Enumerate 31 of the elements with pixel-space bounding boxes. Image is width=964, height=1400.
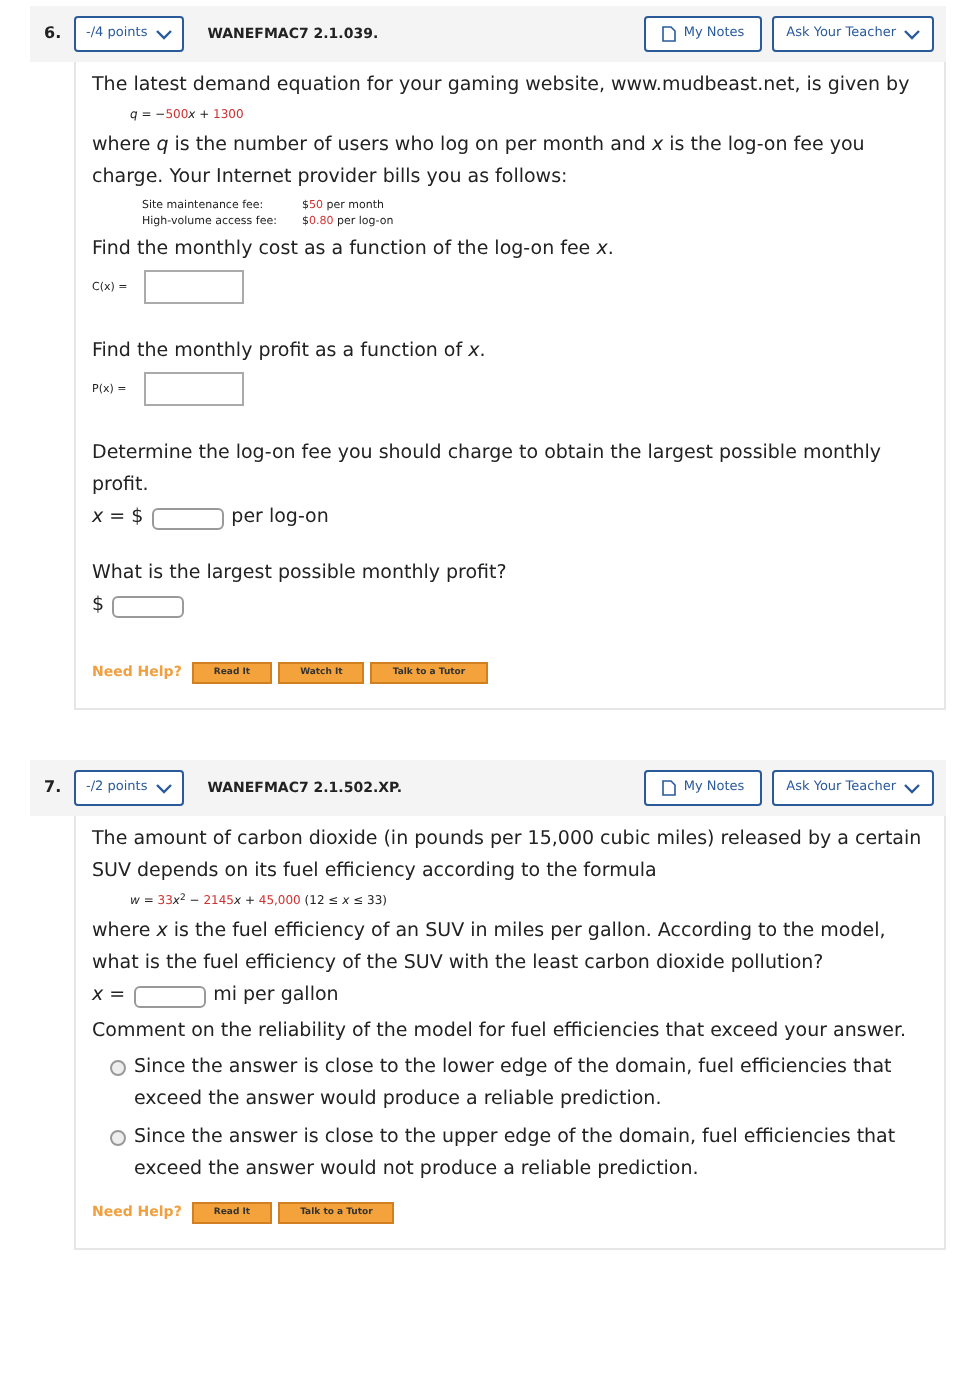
document-icon — [661, 26, 676, 42]
answer-field[interactable] — [144, 372, 244, 406]
question-text: Comment on the reliability of the model for fuel efficiencies that exceed your answer. — [92, 1018, 909, 1046]
question-number: 7. — [44, 776, 64, 800]
chevron-down-icon — [155, 783, 172, 793]
radio-button[interactable] — [110, 1060, 126, 1076]
question-text: The latest demand equation for your gaming website, www.mudbeast.net, is given by — [92, 72, 912, 100]
answer-field[interactable] — [151, 507, 224, 529]
question-text: Determine the log-on fee you should charge to obtain the largest possible monthly profit. — [92, 440, 884, 500]
question-text: Find the monthly profit as a function of x. — [92, 338, 488, 366]
answer-field[interactable] — [133, 985, 206, 1007]
answer-label: x = $ — [92, 504, 144, 532]
document-icon — [661, 780, 676, 796]
chevron-down-icon — [155, 29, 172, 39]
answer-field[interactable] — [112, 595, 185, 617]
question-text: The amount of carbon dioxide (in pounds per 15,000 cubic miles) released by a certain SUV depends on its fuel efficiency according to the formula — [92, 826, 924, 886]
answer-field[interactable] — [144, 270, 244, 304]
unit-label: per log-on — [231, 504, 329, 532]
question-text: Find the monthly cost as a function of the log-on fee x. — [92, 236, 616, 264]
answer-label: $ — [92, 592, 105, 620]
chevron-down-icon — [904, 29, 920, 39]
answer-label: x = — [92, 982, 126, 1010]
unit-label: mi per gallon — [213, 982, 339, 1010]
question-text: where q is the number of users who log on per month and x is the log-on fee you charge. Your Internet provider bills you as follows: — [92, 132, 867, 192]
question-text: where x is the fuel efficiency of an SUV in miles per gallon. According to the model, what is the fuel efficiency of the SUV with the least carbon dioxide pollution? — [92, 918, 888, 978]
chevron-down-icon — [904, 783, 920, 793]
radio-button[interactable] — [110, 1130, 126, 1146]
question-text: What is the largest possible monthly profit? — [92, 560, 509, 588]
option-text: Since the answer is close to the lower edge of the domain, fuel efficiencies that exceed the answer would produce a reliable prediction. — [134, 1054, 894, 1114]
question-number: 6. — [44, 22, 64, 46]
option-text: Since the answer is close to the upper edge of the domain, fuel efficiencies that exceed the answer would not produce a reliable prediction. — [134, 1124, 898, 1184]
